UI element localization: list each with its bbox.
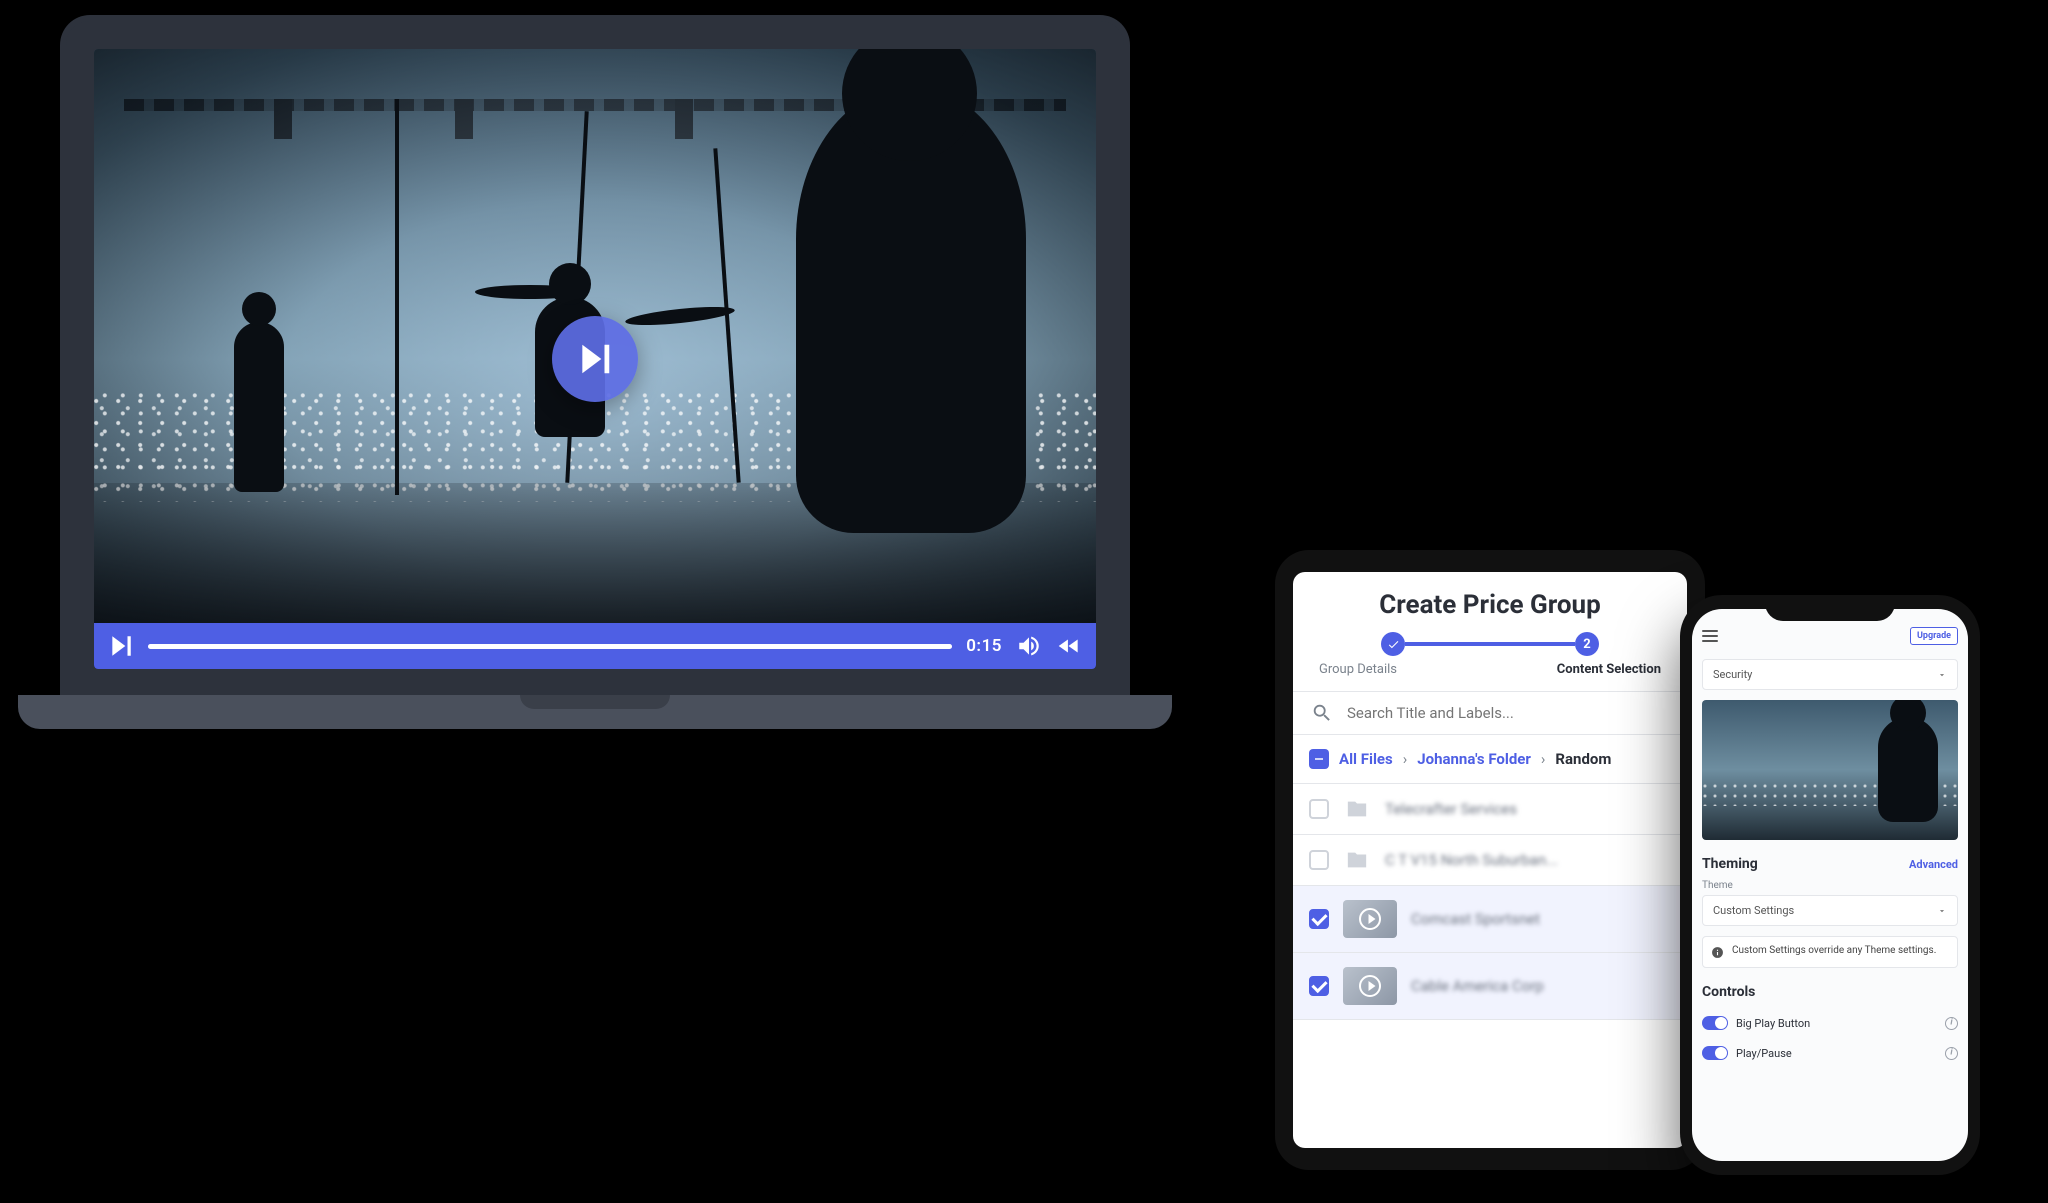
phone-mockup: Upgrade Security Theming Advanced Theme …: [1680, 595, 1980, 1175]
folder-icon: [1343, 798, 1371, 820]
info-icon[interactable]: [1945, 1047, 1958, 1060]
video-thumbnail: [1343, 967, 1397, 1005]
chevron-down-icon: [1937, 906, 1947, 916]
player-controls: 0:15: [94, 623, 1096, 669]
item-label: Comcast Sportsnet: [1411, 910, 1540, 928]
theme-field-label: Theme: [1702, 880, 1958, 891]
item-label: Cable America Corp: [1411, 977, 1544, 995]
step-1-label: Group Details: [1319, 662, 1397, 677]
center-play-button[interactable]: [552, 316, 638, 402]
item-label: Telecrafter Services: [1385, 800, 1517, 818]
info-icon[interactable]: [1945, 1017, 1958, 1030]
breadcrumb-current: Random: [1555, 750, 1611, 768]
stepper: 2: [1293, 632, 1687, 656]
laptop-mockup: 0:15: [60, 15, 1130, 729]
rewind-icon[interactable]: [1056, 633, 1082, 659]
tablet-mockup: Create Price Group 2 Group Details Conte…: [1275, 550, 1705, 1170]
checkbox[interactable]: [1309, 976, 1329, 996]
phone-notch: [1765, 595, 1895, 621]
step-2-active[interactable]: 2: [1575, 632, 1599, 656]
checkbox[interactable]: [1309, 850, 1329, 870]
controls-heading: Controls: [1702, 984, 1755, 1000]
info-icon: [1711, 946, 1724, 959]
theme-select[interactable]: Custom Settings: [1702, 895, 1958, 926]
step-connector: [1405, 642, 1575, 646]
play-next-icon: [576, 340, 614, 378]
control-label: Play/Pause: [1736, 1047, 1792, 1060]
note-text: Custom Settings override any Theme setti…: [1732, 945, 1936, 956]
preview-thumbnail[interactable]: [1702, 700, 1958, 840]
chevron-down-icon: [1937, 670, 1947, 680]
folder-icon: [1343, 849, 1371, 871]
advanced-link[interactable]: Advanced: [1909, 858, 1958, 871]
search-input[interactable]: [1345, 703, 1669, 723]
list-item[interactable]: C T V15 North Suburban...: [1293, 835, 1687, 886]
menu-icon[interactable]: [1702, 630, 1718, 642]
breadcrumb-mid[interactable]: Johanna's Folder: [1417, 750, 1531, 768]
volume-icon[interactable]: [1016, 633, 1042, 659]
laptop-base: [18, 695, 1172, 729]
control-row: Big Play Button: [1702, 1008, 1958, 1038]
select-all-indeterminate[interactable]: [1309, 749, 1329, 769]
checkbox[interactable]: [1309, 909, 1329, 929]
toggle-play-pause[interactable]: [1702, 1046, 1728, 1060]
laptop-screen: 0:15: [60, 15, 1130, 683]
search-icon: [1311, 702, 1333, 724]
search-bar[interactable]: [1293, 691, 1687, 735]
info-note: Custom Settings override any Theme setti…: [1702, 936, 1958, 968]
step-1-done[interactable]: [1381, 632, 1405, 656]
list-item[interactable]: Comcast Sportsnet: [1293, 886, 1687, 953]
security-select[interactable]: Security: [1702, 659, 1958, 690]
minus-icon: [1313, 753, 1325, 765]
control-row: Play/Pause: [1702, 1038, 1958, 1068]
page-title: Create Price Group: [1293, 572, 1687, 632]
tablet-screen: Create Price Group 2 Group Details Conte…: [1293, 572, 1687, 1148]
theme-value: Custom Settings: [1713, 904, 1794, 917]
select-value: Security: [1713, 668, 1752, 681]
play-next-icon[interactable]: [108, 633, 134, 659]
check-icon: [1387, 638, 1400, 651]
time-elapsed: 0:15: [966, 636, 1002, 656]
step-2-label: Content Selection: [1557, 662, 1661, 677]
upgrade-button[interactable]: Upgrade: [1910, 627, 1958, 645]
progress-bar[interactable]: [148, 644, 952, 649]
toggle-big-play[interactable]: [1702, 1016, 1728, 1030]
breadcrumb-root[interactable]: All Files: [1339, 750, 1393, 768]
phone-screen: Upgrade Security Theming Advanced Theme …: [1692, 609, 1968, 1161]
video-thumbnail: [1343, 900, 1397, 938]
list-item[interactable]: Telecrafter Services: [1293, 784, 1687, 835]
theming-heading: Theming: [1702, 856, 1758, 872]
checkbox[interactable]: [1309, 799, 1329, 819]
breadcrumb: All Files › Johanna's Folder › Random: [1293, 735, 1687, 784]
control-label: Big Play Button: [1736, 1017, 1810, 1030]
list-item[interactable]: Cable America Corp: [1293, 953, 1687, 1020]
video-player[interactable]: 0:15: [94, 49, 1096, 669]
item-label: C T V15 North Suburban...: [1385, 851, 1558, 869]
